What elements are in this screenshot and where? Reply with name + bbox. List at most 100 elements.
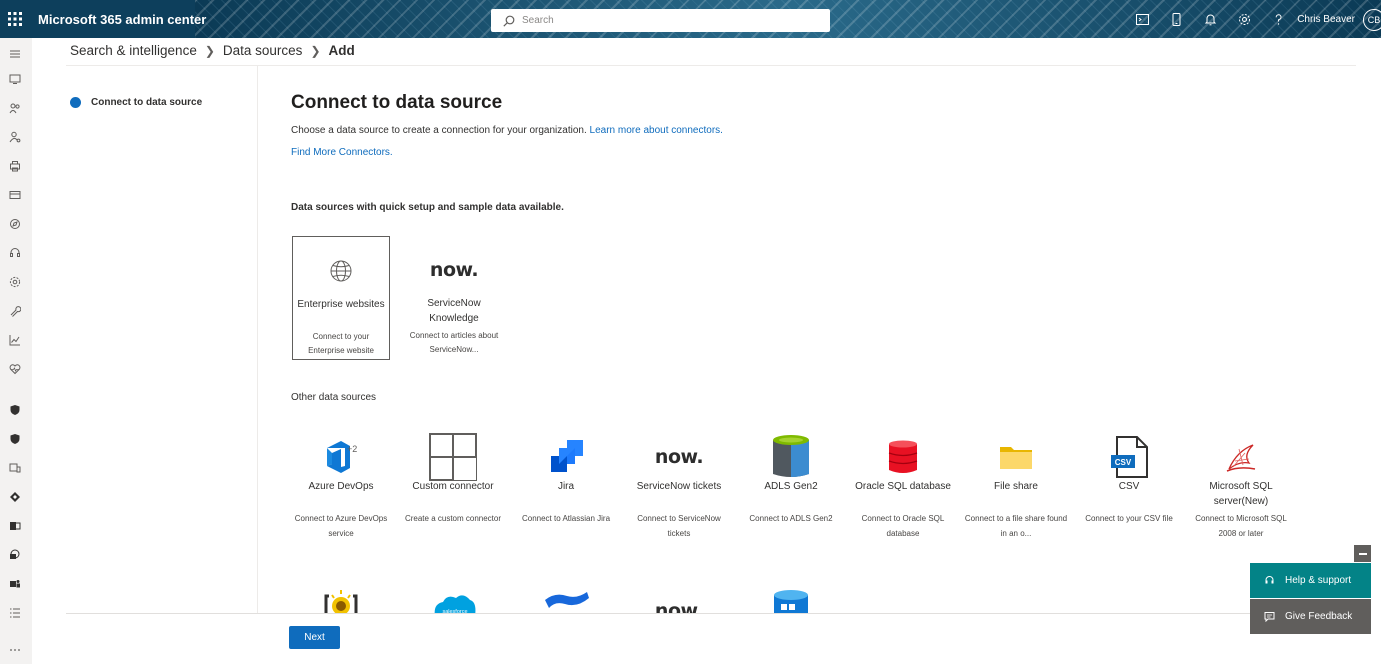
nav-users[interactable] xyxy=(8,101,22,115)
azure-devops-badge: +2 xyxy=(347,444,358,454)
ellipsis-icon xyxy=(10,649,20,651)
nav-exchange[interactable] xyxy=(8,519,22,533)
terminal-button[interactable] xyxy=(1134,11,1150,27)
connector-name: Microsoft SQL server(New) xyxy=(1209,481,1273,507)
connector-name: ServiceNow tickets xyxy=(636,481,722,492)
shield-check-icon xyxy=(10,434,20,444)
nav-security[interactable] xyxy=(8,403,22,417)
breadcrumb-item-data-sources[interactable]: Data sources xyxy=(223,43,303,58)
gear-icon xyxy=(9,276,21,288)
users-icon xyxy=(9,103,20,114)
svg-text:salesforce: salesforce xyxy=(442,609,467,613)
connector-card-oracle-sql[interactable]: Oracle SQL database Connect to Oracle SQ… xyxy=(847,430,959,555)
nav-home[interactable] xyxy=(8,72,22,86)
user-name[interactable]: Chris Beaver xyxy=(1297,14,1355,25)
azure-storage-icon[interactable] xyxy=(755,586,827,613)
feedback-icon xyxy=(1262,610,1276,624)
top-bar: Microsoft 365 admin center Chris Beaver … xyxy=(0,0,1381,38)
connector-card-csv[interactable]: CSV CSV Connect to your CSV file xyxy=(1073,430,1185,555)
salesforce-icon[interactable]: salesforce xyxy=(418,586,490,613)
home-icon xyxy=(9,74,21,84)
connector-card-file-share[interactable]: File share Connect to a file share found… xyxy=(960,430,1072,555)
intro-text: Choose a data source to create a connect… xyxy=(291,125,723,136)
connector-card-azure-devops[interactable]: +2 Azure DevOps Connect to Azure DevOps … xyxy=(285,430,397,555)
nav-teams-groups[interactable] xyxy=(8,130,22,144)
nav-teams[interactable] xyxy=(8,577,22,591)
hamburger-icon xyxy=(10,50,20,58)
connector-description: Connect to ServiceNow tickets xyxy=(637,514,721,538)
nav-sharepoint[interactable] xyxy=(8,548,22,562)
connector-card-microsoft-sql[interactable]: Microsoft SQL server(New) Connect to Mic… xyxy=(1185,430,1297,555)
azure-devops-icon: +2 xyxy=(285,436,397,478)
nav-setup[interactable] xyxy=(8,217,22,231)
connector-description: Connect to your CSV file xyxy=(1085,514,1173,523)
connector-card-servicenow-knowledge[interactable]: now. ServiceNow Knowledge Connect to art… xyxy=(405,236,503,360)
nav-reports[interactable] xyxy=(8,333,22,347)
diamond-icon xyxy=(10,492,20,502)
svg-text:CSV: CSV xyxy=(1115,458,1132,467)
help-support-button[interactable]: Help & support xyxy=(1250,563,1371,598)
mobile-button[interactable] xyxy=(1168,11,1184,27)
nav-more[interactable] xyxy=(8,643,22,657)
find-more-connectors-link[interactable]: Find More Connectors. xyxy=(291,147,393,158)
connector-card-enterprise-websites[interactable]: Enterprise websites Connect to your Ente… xyxy=(292,236,390,360)
learn-more-link[interactable]: Learn more about connectors. xyxy=(590,125,723,136)
divider xyxy=(257,66,258,614)
heart-pulse-icon xyxy=(9,364,21,375)
breadcrumb-item-search-intelligence[interactable]: Search & intelligence xyxy=(70,43,197,58)
nav-setup-wrench[interactable] xyxy=(8,304,22,318)
nav-resources[interactable] xyxy=(8,159,22,173)
chevron-right-icon: ❯ xyxy=(204,43,215,58)
search-input[interactable] xyxy=(522,15,822,26)
headset-icon xyxy=(10,248,20,257)
quick-setup-heading: Data sources with quick setup and sample… xyxy=(291,202,564,213)
nav-health[interactable] xyxy=(8,362,22,376)
nav-settings[interactable] xyxy=(8,275,22,289)
connector-card-adls-gen2[interactable]: ADLS Gen2 Connect to ADLS Gen2 xyxy=(735,430,847,555)
next-button[interactable]: Next xyxy=(289,626,340,649)
breadcrumb: Search & intelligence ❯ Data sources ❯ A… xyxy=(70,43,355,58)
question-icon xyxy=(1275,13,1281,25)
connector-description: Connect to your Enterprise website xyxy=(308,332,374,355)
app-launcher-button[interactable] xyxy=(0,0,30,38)
chevron-right-icon: ❯ xyxy=(310,43,321,58)
connector-name: Oracle SQL database xyxy=(855,481,951,492)
connector-description: Connect to Atlassian Jira xyxy=(521,514,611,523)
nav-billing[interactable] xyxy=(8,188,22,202)
breadcrumb-current: Add xyxy=(328,43,355,58)
search-box[interactable] xyxy=(491,9,830,32)
servicenow-logo: now. xyxy=(654,446,704,468)
menu-toggle[interactable] xyxy=(8,47,22,61)
nav-azure-ad[interactable] xyxy=(8,490,22,504)
connector-card-custom-connector[interactable]: Custom connector Create a custom connect… xyxy=(397,430,509,555)
connector-card-servicenow-tickets[interactable]: now. ServiceNow tickets Connect to Servi… xyxy=(623,430,735,555)
wizard-step-connect: Connect to data source xyxy=(70,97,202,108)
help-button[interactable] xyxy=(1270,11,1286,27)
sun-bracket-icon[interactable] xyxy=(305,586,377,613)
connector-name: Enterprise websites xyxy=(297,299,385,310)
nav-all-admin-centers[interactable] xyxy=(8,606,22,620)
confluence-icon[interactable] xyxy=(530,586,602,613)
avatar[interactable]: CB xyxy=(1363,9,1381,31)
notifications-button[interactable] xyxy=(1202,11,1218,27)
connector-name: Azure DevOps xyxy=(308,481,374,492)
servicenow-logo[interactable]: now. xyxy=(643,586,715,613)
other-sources-heading: Other data sources xyxy=(291,392,377,403)
connector-name: ServiceNow Knowledge xyxy=(427,298,481,324)
globe-icon xyxy=(293,255,389,287)
connector-name: ADLS Gen2 xyxy=(764,481,818,492)
settings-button[interactable] xyxy=(1236,11,1252,27)
app-title[interactable]: Microsoft 365 admin center xyxy=(38,12,206,27)
sharepoint-icon xyxy=(10,549,20,559)
connector-name: CSV xyxy=(1118,481,1140,492)
connector-name: Jira xyxy=(557,481,575,492)
user-key-icon xyxy=(9,131,21,143)
nav-compliance[interactable] xyxy=(8,432,22,446)
collapse-support-button[interactable] xyxy=(1354,545,1371,562)
nav-support[interactable] xyxy=(8,246,22,260)
give-feedback-button[interactable]: Give Feedback xyxy=(1250,599,1371,634)
connector-description: Connect to Azure DevOps service xyxy=(294,514,388,538)
oracle-db-icon xyxy=(847,436,959,478)
nav-endpoint[interactable] xyxy=(8,461,22,475)
connector-card-jira[interactable]: Jira Connect to Atlassian Jira xyxy=(510,430,622,555)
